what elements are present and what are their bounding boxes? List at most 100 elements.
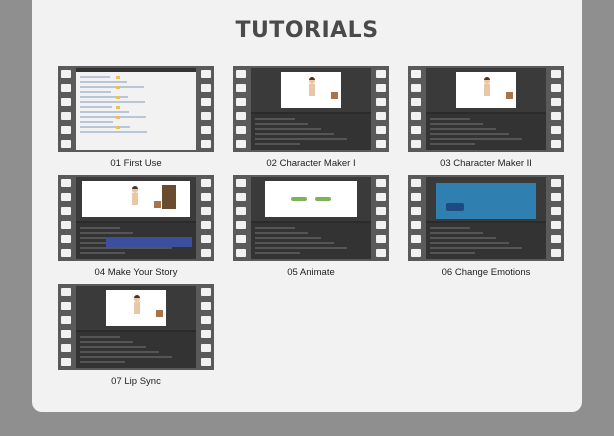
film-hole (61, 316, 71, 324)
timeline-track (255, 242, 334, 244)
film-perforations (58, 66, 74, 152)
bookshelf (162, 185, 176, 209)
video-thumbnail[interactable] (58, 66, 214, 152)
film-hole (201, 126, 211, 134)
character-body (484, 84, 490, 96)
tutorial-card-character-maker-2[interactable]: 03 Character Maker II (408, 66, 564, 169)
file-row (80, 106, 112, 108)
tutorial-title[interactable]: 06 Change Emotions (408, 267, 564, 278)
film-perforations (408, 175, 424, 261)
tutorial-card-make-your-story[interactable]: 04 Make Your Story (58, 175, 214, 278)
film-hole (411, 193, 421, 201)
character-figure (309, 77, 315, 104)
timeline-track (255, 247, 347, 249)
tutorial-title[interactable]: 01 First Use (58, 158, 214, 169)
tutorial-title[interactable]: 02 Character Maker I (233, 158, 389, 169)
video-thumbnail[interactable] (233, 66, 389, 152)
film-hole (376, 249, 386, 257)
film-hole (201, 84, 211, 92)
character-hair (484, 77, 490, 80)
video-thumbnail[interactable] (58, 175, 214, 261)
film-hole (551, 179, 561, 187)
film-hole (61, 344, 71, 352)
film-hole (376, 70, 386, 78)
timeline-track (255, 138, 347, 140)
film-hole (376, 112, 386, 120)
character-body (132, 193, 138, 205)
film-perforations (233, 66, 249, 152)
video-preview (76, 68, 196, 150)
film-hole (376, 207, 386, 215)
tutorial-card-animate[interactable]: 05 Animate (233, 175, 389, 278)
film-hole (376, 98, 386, 106)
animation-button (291, 197, 307, 201)
film-perforations (548, 175, 564, 261)
film-hole (376, 140, 386, 148)
film-perforations (233, 175, 249, 261)
film-hole (551, 221, 561, 229)
film-hole (236, 112, 246, 120)
timeline-track (80, 351, 159, 353)
file-row (80, 96, 128, 98)
timeline-track (80, 361, 125, 363)
timeline-track (80, 227, 120, 229)
sofa-shape (446, 203, 464, 211)
timeline-track (80, 232, 133, 234)
film-hole (376, 84, 386, 92)
film-hole (201, 140, 211, 148)
film-hole (411, 249, 421, 257)
film-hole (551, 140, 561, 148)
timeline-panel (426, 114, 546, 150)
film-hole (61, 179, 71, 187)
tutorial-card-character-maker-1[interactable]: 02 Character Maker I (233, 66, 389, 169)
video-thumbnail[interactable] (233, 175, 389, 261)
timeline-track (255, 237, 321, 239)
video-thumbnail[interactable] (408, 66, 564, 152)
timeline-track (255, 252, 300, 254)
film-hole (61, 302, 71, 310)
film-hole (376, 126, 386, 134)
film-hole (411, 84, 421, 92)
film-hole (201, 221, 211, 229)
timeline-track (430, 232, 483, 234)
prop-box (154, 201, 161, 208)
film-perforations (408, 66, 424, 152)
tutorial-card-first-use[interactable]: 01 First Use (58, 66, 214, 169)
video-thumbnail[interactable] (58, 284, 214, 370)
file-row (80, 101, 145, 103)
tutorial-card-lip-sync[interactable]: 07 Lip Sync (58, 284, 214, 387)
film-hole (551, 193, 561, 201)
timeline-track (80, 252, 125, 254)
character-figure (466, 193, 472, 219)
film-hole (236, 126, 246, 134)
timeline-track (255, 143, 300, 145)
film-hole (61, 84, 71, 92)
film-hole (376, 179, 386, 187)
timeline-track (255, 232, 308, 234)
character-hair (309, 77, 315, 80)
film-hole (201, 112, 211, 120)
tutorial-title[interactable]: 03 Character Maker II (408, 158, 564, 169)
film-hole (411, 235, 421, 243)
tutorial-card-change-emotions[interactable]: 06 Change Emotions (408, 175, 564, 278)
film-hole (61, 330, 71, 338)
timeline-track (80, 356, 172, 358)
video-thumbnail[interactable] (408, 175, 564, 261)
character-hair (132, 186, 138, 189)
tutorial-title[interactable]: 04 Make Your Story (58, 267, 214, 278)
prop-box (156, 310, 163, 317)
tutorial-title[interactable]: 07 Lip Sync (58, 376, 214, 387)
film-hole (61, 358, 71, 366)
film-hole (551, 126, 561, 134)
film-hole (236, 249, 246, 257)
character-figure (134, 295, 140, 322)
timeline-track (430, 118, 470, 120)
film-hole (551, 249, 561, 257)
tutorial-title[interactable]: 05 Animate (233, 267, 389, 278)
film-hole (551, 70, 561, 78)
film-hole (201, 179, 211, 187)
film-perforations (198, 66, 214, 152)
film-perforations (548, 66, 564, 152)
film-hole (411, 70, 421, 78)
timeline-panel (76, 332, 196, 368)
